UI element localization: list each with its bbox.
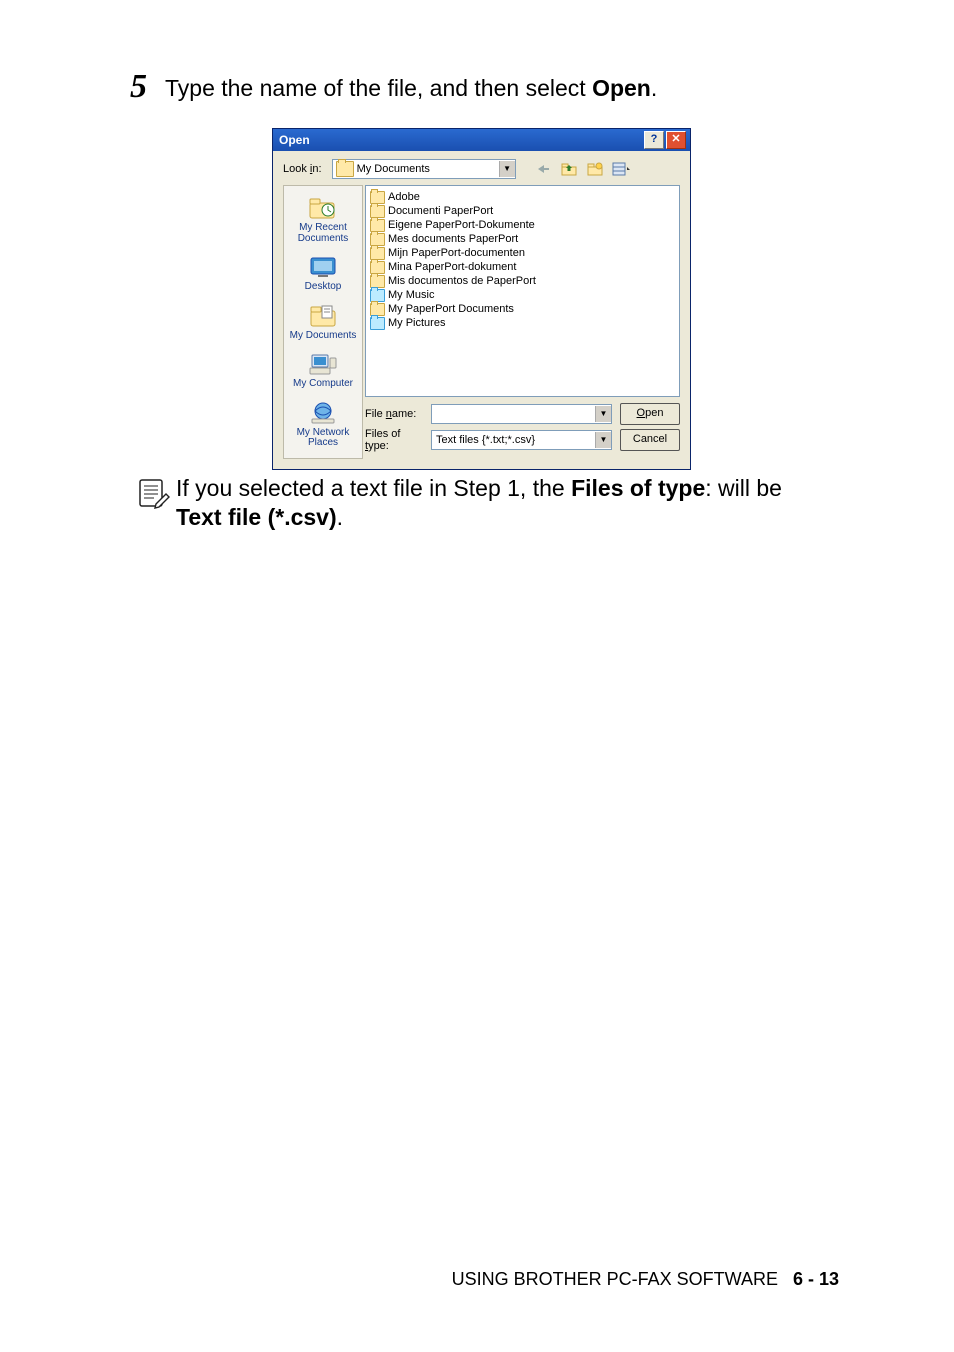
page-footer: USING BROTHER PC-FAX SOFTWARE 6 - 13 bbox=[0, 1269, 954, 1290]
note-text: If you selected a text file in Step 1, t… bbox=[176, 474, 782, 532]
chevron-down-icon[interactable]: ▼ bbox=[499, 161, 515, 177]
file-item[interactable]: My PaperPort Documents bbox=[370, 302, 675, 316]
place-label: My Documents bbox=[290, 331, 357, 342]
file-item[interactable]: Documenti PaperPort bbox=[370, 204, 675, 218]
place-label: My Computer bbox=[293, 379, 353, 390]
file-name: My Music bbox=[388, 289, 434, 301]
step-number: 5 bbox=[130, 70, 147, 104]
note-line1-post: : will be bbox=[705, 475, 782, 501]
filetype-field[interactable]: Text files {*.txt;*.csv} ▼ bbox=[431, 430, 612, 450]
views-button[interactable] bbox=[610, 159, 632, 179]
folder-icon bbox=[336, 161, 354, 177]
filename-field[interactable]: ▼ bbox=[431, 404, 612, 424]
place-label: My Network Places bbox=[284, 428, 362, 449]
place-network[interactable]: My Network Places bbox=[284, 397, 362, 452]
step-text-prefix: Type the name of the file, and then sele… bbox=[165, 75, 592, 101]
file-item[interactable]: Mina PaperPort-dokument bbox=[370, 260, 675, 274]
mydocuments-icon bbox=[307, 303, 339, 329]
file-item[interactable]: Mijn PaperPort-documenten bbox=[370, 246, 675, 260]
places-bar: My Recent Documents Desktop My Documents bbox=[283, 185, 363, 459]
dialog-titlebar: Open ? ✕ bbox=[273, 129, 690, 151]
footer-text: USING BROTHER PC-FAX SOFTWARE bbox=[452, 1269, 778, 1289]
help-button[interactable]: ? bbox=[644, 131, 664, 149]
place-recent[interactable]: My Recent Documents bbox=[284, 192, 362, 247]
filetype-value: Text files {*.txt;*.csv} bbox=[436, 434, 535, 446]
new-folder-button[interactable] bbox=[584, 159, 606, 179]
place-desktop[interactable]: Desktop bbox=[284, 251, 362, 296]
place-label: Desktop bbox=[305, 282, 342, 293]
mycomputer-icon bbox=[307, 351, 339, 377]
folder-icon bbox=[370, 317, 385, 330]
step-text-bold: Open bbox=[592, 75, 651, 101]
file-name: Eigene PaperPort-Dokumente bbox=[388, 219, 535, 231]
note-line1-pre: If you selected a text file in Step 1, t… bbox=[176, 475, 571, 501]
open-dialog-screenshot: Open ? ✕ Look in: My Documents ▼ bbox=[272, 128, 691, 470]
lookin-label: Look in: bbox=[283, 163, 326, 175]
step-text: Type the name of the file, and then sele… bbox=[165, 74, 657, 104]
file-item[interactable]: My Pictures bbox=[370, 316, 675, 330]
file-list[interactable]: Adobe Documenti PaperPort Eigene PaperPo… bbox=[365, 185, 680, 397]
chevron-down-icon[interactable]: ▼ bbox=[595, 406, 611, 422]
step-text-suffix: . bbox=[651, 75, 657, 101]
note-line2-bold: Text file (*.csv) bbox=[176, 504, 337, 530]
file-item[interactable]: Mes documents PaperPort bbox=[370, 232, 675, 246]
file-name: Mijn PaperPort-documenten bbox=[388, 247, 525, 259]
file-item[interactable]: Adobe bbox=[370, 190, 675, 204]
file-name: My Pictures bbox=[388, 317, 445, 329]
file-name: Adobe bbox=[388, 191, 420, 203]
note-icon bbox=[136, 476, 172, 515]
dialog-title-text: Open bbox=[279, 133, 310, 147]
step-5: 5 Type the name of the file, and then se… bbox=[130, 74, 839, 108]
lookin-value: My Documents bbox=[357, 163, 499, 175]
network-icon bbox=[307, 400, 339, 426]
filename-label: File name: bbox=[365, 408, 423, 420]
file-name: Documenti PaperPort bbox=[388, 205, 493, 217]
file-name: Mes documents PaperPort bbox=[388, 233, 518, 245]
cancel-button[interactable]: Cancel bbox=[620, 429, 680, 451]
file-name: Mina PaperPort-dokument bbox=[388, 261, 516, 273]
desktop-icon bbox=[307, 254, 339, 280]
note: If you selected a text file in Step 1, t… bbox=[136, 474, 839, 532]
close-button[interactable]: ✕ bbox=[666, 131, 686, 149]
place-mycomputer[interactable]: My Computer bbox=[284, 348, 362, 393]
open-button[interactable]: Open bbox=[620, 403, 680, 425]
note-line2-post: . bbox=[337, 504, 343, 530]
file-item[interactable]: Eigene PaperPort-Dokumente bbox=[370, 218, 675, 232]
lookin-toolbar bbox=[532, 159, 632, 179]
place-label: My Recent Documents bbox=[284, 223, 362, 244]
file-name: My PaperPort Documents bbox=[388, 303, 514, 315]
open-dialog: Open ? ✕ Look in: My Documents ▼ bbox=[272, 128, 691, 470]
lookin-combo[interactable]: My Documents ▼ bbox=[332, 159, 516, 179]
recent-icon bbox=[307, 195, 339, 221]
chevron-down-icon[interactable]: ▼ bbox=[595, 432, 611, 448]
filetype-label: Files of type: bbox=[365, 428, 423, 452]
note-line1-bold: Files of type bbox=[571, 475, 705, 501]
file-item[interactable]: Mis documentos de PaperPort bbox=[370, 274, 675, 288]
footer-page: 6 - 13 bbox=[793, 1269, 839, 1289]
file-item[interactable]: My Music bbox=[370, 288, 675, 302]
lookin-row: Look in: My Documents ▼ bbox=[283, 159, 680, 179]
up-one-level-button[interactable] bbox=[558, 159, 580, 179]
back-button[interactable] bbox=[532, 159, 554, 179]
file-name: Mis documentos de PaperPort bbox=[388, 275, 536, 287]
place-mydocuments[interactable]: My Documents bbox=[284, 300, 362, 345]
